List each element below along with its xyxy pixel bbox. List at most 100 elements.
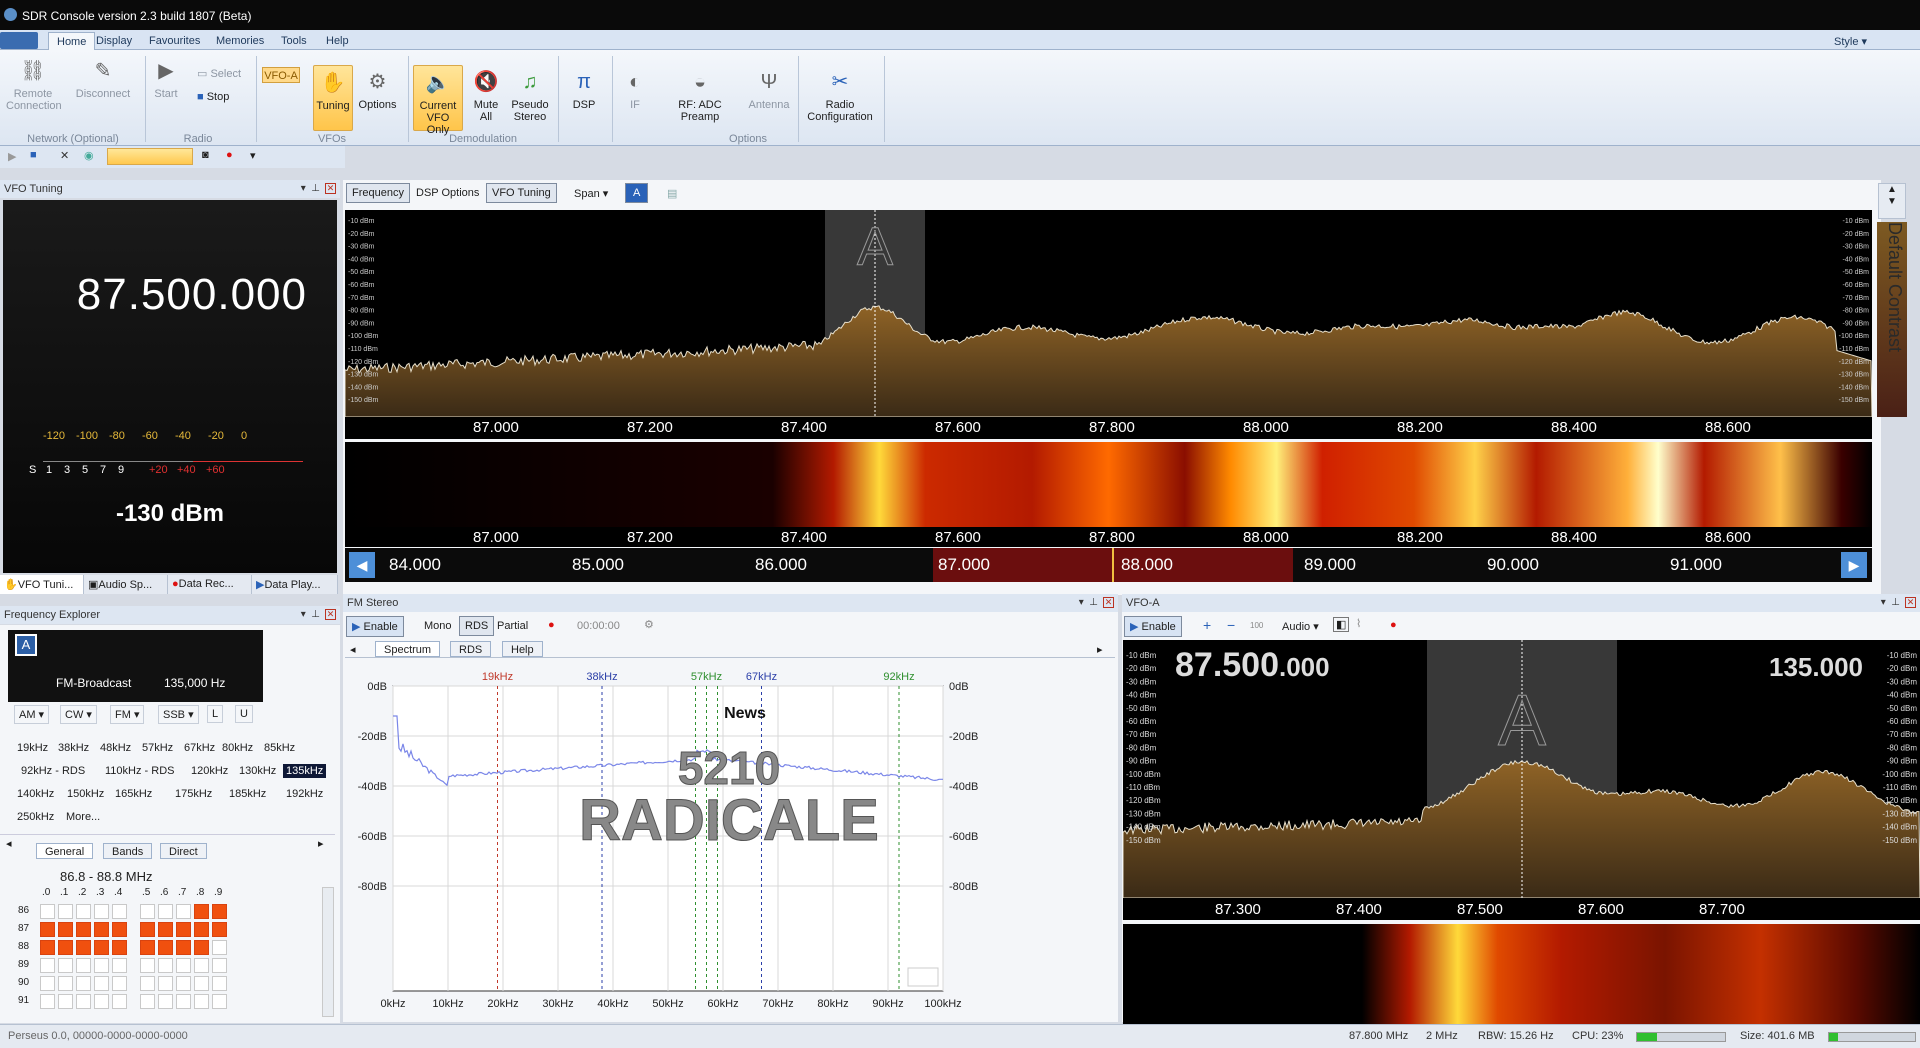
scroll-left-button[interactable]: ◀: [349, 552, 375, 578]
filter-option[interactable]: More...: [63, 810, 103, 824]
contrast-slider[interactable]: Default Contrast: [1877, 222, 1907, 417]
tab-memories[interactable]: Memories: [208, 32, 272, 50]
close-icon[interactable]: ✕: [1905, 597, 1916, 608]
record-icon[interactable]: ●: [548, 619, 555, 631]
chevron-right-icon[interactable]: ▸: [318, 837, 324, 850]
grid-cell[interactable]: [94, 922, 109, 937]
filter-option[interactable]: 165kHz: [112, 787, 155, 801]
grid-cell[interactable]: [194, 904, 209, 919]
grid-cell[interactable]: [58, 904, 73, 919]
grid-cell[interactable]: [112, 958, 127, 973]
stop-icon[interactable]: ■: [30, 149, 37, 161]
current-vfo-only-button[interactable]: 🔈 Current VFO Only: [413, 65, 463, 136]
vfo-a-spectrum[interactable]: A 87.500.000 135.000 -10 dBm -20 dBm -30 d…: [1123, 640, 1920, 898]
radio-configuration-button[interactable]: ✂ Radio Configuration: [803, 69, 877, 123]
grid-cell[interactable]: [158, 922, 173, 937]
subtab-bands[interactable]: Bands: [103, 843, 153, 859]
filter-option[interactable]: 250kHz: [14, 810, 57, 824]
zoom-out-icon[interactable]: −: [1227, 617, 1235, 633]
antenna-button[interactable]: Ψ Antenna: [744, 69, 794, 111]
grid-cell[interactable]: [158, 976, 173, 991]
filter-option[interactable]: 130kHz: [236, 764, 279, 778]
mpx-spectrum-chart[interactable]: 0kHz 10kHz 20kHz 30kHz 40kHz 50kHz 60kHz 70kHz 8…: [345, 660, 1115, 1020]
subtab-direct[interactable]: Direct: [160, 843, 207, 859]
filter-option[interactable]: 67kHz: [181, 741, 218, 755]
mode-u[interactable]: U: [235, 705, 253, 723]
vfo-a-toggle[interactable]: A: [625, 183, 649, 203]
grid-cell[interactable]: [40, 994, 55, 1009]
if-button[interactable]: ◐ IF: [620, 69, 650, 111]
options-button[interactable]: ⚙ Options: [355, 69, 400, 111]
grid-cell[interactable]: [176, 976, 191, 991]
grid-cell[interactable]: [176, 904, 191, 919]
grid-cell[interactable]: [140, 976, 155, 991]
style-menu[interactable]: Style ▾: [1826, 32, 1875, 50]
grid-cell[interactable]: [58, 976, 73, 991]
rds-button[interactable]: RDS: [459, 616, 495, 636]
mute-icon[interactable]: ⌇: [1356, 617, 1361, 630]
filter-option[interactable]: 80kHz: [219, 741, 256, 755]
tab-help-fm[interactable]: Help: [502, 641, 543, 657]
filter-option[interactable]: 175kHz: [172, 787, 215, 801]
grid-cell[interactable]: [194, 940, 209, 955]
zoom-controls[interactable]: ▲ ▼: [1878, 183, 1906, 219]
grid-cell[interactable]: [140, 958, 155, 973]
grid-cell[interactable]: [76, 994, 91, 1009]
start-button[interactable]: ▶ Start: [150, 58, 182, 100]
remote-connection-button[interactable]: ⛓ Remote Connection: [6, 58, 62, 112]
grid-cell[interactable]: [40, 922, 55, 937]
grid-cell[interactable]: [40, 940, 55, 955]
disconnect-button[interactable]: ✎ Disconnect: [70, 58, 136, 100]
grid-cell[interactable]: [112, 922, 127, 937]
dsp-options-button[interactable]: DSP Options: [410, 183, 485, 203]
grid-cell[interactable]: [140, 940, 155, 955]
mute-all-button[interactable]: 🔇 Mute All: [468, 69, 504, 123]
grid-cell[interactable]: [140, 922, 155, 937]
grid-cell[interactable]: [212, 922, 227, 937]
waterfall[interactable]: [345, 442, 1872, 527]
panel-controls[interactable]: ▾ ⊥ ✕: [1079, 597, 1114, 608]
audio-dropdown[interactable]: Audio ▾: [1276, 616, 1325, 637]
partial-button[interactable]: Partial: [491, 616, 534, 636]
dsp-button[interactable]: π DSP: [563, 69, 605, 111]
grid-cell[interactable]: [158, 958, 173, 973]
scrollbar[interactable]: [322, 887, 334, 1017]
tab-rds[interactable]: RDS: [450, 641, 492, 657]
grid-cell[interactable]: [212, 976, 227, 991]
grid-cell[interactable]: [158, 904, 173, 919]
filter-option[interactable]: 38kHz: [55, 741, 92, 755]
close-icon[interactable]: ✕: [1103, 597, 1114, 608]
grid-cell[interactable]: [140, 994, 155, 1009]
grid-cell[interactable]: [112, 904, 127, 919]
grid-cell[interactable]: [212, 940, 227, 955]
mode-cw[interactable]: CW ▾: [60, 705, 97, 724]
vfo-tuning-button[interactable]: VFO Tuning: [486, 183, 557, 203]
grid-cell[interactable]: [76, 940, 91, 955]
grid-cell[interactable]: [40, 958, 55, 973]
grid-cell[interactable]: [40, 904, 55, 919]
grid-cell[interactable]: [176, 922, 191, 937]
close-icon[interactable]: ✕: [325, 609, 336, 620]
grid-cell[interactable]: [94, 940, 109, 955]
filter-option[interactable]: 92kHz - RDS: [18, 764, 88, 778]
vfo-tuning-display[interactable]: 87.500.000 -120 -100 -80 -60 -40 -20 0 S 1 3 5 7 9 +…: [3, 200, 337, 573]
refresh-icon[interactable]: ◉: [84, 149, 94, 162]
stop-button[interactable]: ■ Stop: [197, 91, 252, 103]
mono-button[interactable]: Mono: [418, 616, 458, 636]
vfo-a-button[interactable]: VFO-A: [262, 67, 300, 83]
filter-option[interactable]: 120kHz: [188, 764, 231, 778]
grid-cell[interactable]: [94, 958, 109, 973]
record-icon[interactable]: ●: [1390, 619, 1397, 631]
grid-cell[interactable]: [58, 994, 73, 1009]
fm-enable-button[interactable]: ▶ Enable: [346, 616, 404, 637]
tuning-button[interactable]: ✋ Tuning: [313, 65, 353, 131]
chevron-right-icon[interactable]: ▸: [1097, 643, 1103, 656]
record-icon[interactable]: ●: [226, 149, 233, 161]
chevron-down-icon[interactable]: ▾: [250, 149, 256, 162]
grid-cell[interactable]: [194, 922, 209, 937]
grid-cell[interactable]: [58, 940, 73, 955]
tab-spectrum[interactable]: Spectrum: [375, 641, 441, 657]
filter-option[interactable]: 85kHz: [261, 741, 298, 755]
vfo-enable-button[interactable]: ▶ Enable: [1124, 616, 1182, 637]
band-strip[interactable]: ◀ 84.000 85.000 86.000 87.000 88.000 89.000 90…: [345, 548, 1872, 582]
